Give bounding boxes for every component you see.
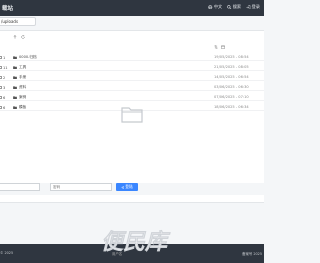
list-toolbar: [0, 34, 264, 41]
search-link[interactable]: 搜索: [227, 4, 241, 10]
row-date: 07/06/2025 - 07:10: [214, 95, 249, 100]
row-checkbox[interactable]: [0, 55, 2, 59]
row-date: 03/06/2025 - 06:30: [214, 85, 249, 90]
language-link[interactable]: 中文: [208, 4, 222, 10]
calendar-icon[interactable]: [221, 45, 225, 49]
sort-icon[interactable]: [214, 45, 218, 49]
top-nav-links: 中文 搜索 登录: [208, 4, 260, 10]
empty-folder-icon: [121, 107, 143, 123]
list-item[interactable]: 1 0000-归档 19/05/2025 - 08:54: [0, 54, 264, 61]
row-count: 2: [3, 75, 6, 80]
row-checkbox[interactable]: [0, 75, 2, 79]
row-count: 6: [3, 105, 6, 110]
login-button[interactable]: 登陆: [116, 183, 138, 191]
row-checkbox[interactable]: [0, 65, 2, 69]
top-nav-bar: 载站 中文 搜索 登录: [0, 0, 264, 16]
watermark-logo: 便民库: [101, 230, 171, 254]
login-icon: [121, 185, 125, 189]
folder-icon: [13, 75, 17, 79]
login-button-label: 登陆: [125, 184, 133, 189]
folder-icon: [13, 105, 17, 109]
row-checkbox[interactable]: [0, 105, 2, 109]
folder-icon: [13, 95, 17, 99]
row-name: 手册: [19, 75, 27, 80]
row-name: 0000-归档: [19, 55, 37, 60]
site-brand[interactable]: 载站: [2, 4, 13, 12]
list-item[interactable]: 11 工具 21/05/2025 - 08:05: [0, 64, 264, 71]
folder-icon: [13, 85, 17, 89]
row-checkbox[interactable]: [0, 95, 2, 99]
language-label: 中文: [213, 4, 223, 9]
svg-text:便民库: 便民库: [101, 230, 171, 254]
search-label: 搜索: [232, 4, 242, 9]
row-name: 模板: [19, 105, 27, 110]
list-item[interactable]: 3 资料 03/06/2025 - 06:30: [0, 84, 264, 91]
folder-icon: [13, 65, 17, 69]
row-name: 案例: [19, 95, 27, 100]
row-count: 3: [3, 85, 6, 90]
row-date: 19/05/2025 - 08:54: [214, 55, 249, 60]
list-item[interactable]: 6 案例 07/06/2025 - 07:10: [0, 94, 264, 101]
password-input[interactable]: [50, 183, 112, 191]
login-label: 登录: [251, 4, 260, 9]
path-breadcrumb[interactable]: /uploads: [0, 17, 36, 26]
row-date: 18/06/2025 - 06:34: [214, 105, 249, 110]
folder-icon: [13, 55, 17, 59]
username-field[interactable]: [0, 183, 40, 191]
arrow-up-icon[interactable]: [13, 35, 17, 39]
search-icon: [227, 4, 232, 10]
copyright-text: © 2025: [0, 251, 14, 255]
row-date: 21/05/2025 - 08:05: [214, 65, 249, 70]
list-item[interactable]: 2 手册 14/05/2025 - 06:54: [0, 74, 264, 81]
footer-record-text[interactable]: 备案号 2025: [242, 251, 262, 256]
row-count: 11: [3, 65, 8, 70]
row-checkbox[interactable]: [0, 85, 2, 89]
row-name: 资料: [19, 85, 27, 90]
row-name: 工具: [19, 65, 27, 70]
row-date: 14/05/2025 - 06:54: [214, 75, 249, 80]
login-link[interactable]: 登录: [246, 4, 260, 10]
login-icon: [246, 4, 251, 10]
globe-icon: [208, 4, 213, 10]
refresh-icon[interactable]: [21, 35, 25, 39]
login-bar: 登陆: [0, 183, 264, 195]
row-count: 1: [3, 55, 6, 60]
list-header: [0, 45, 264, 51]
row-count: 6: [3, 95, 6, 100]
